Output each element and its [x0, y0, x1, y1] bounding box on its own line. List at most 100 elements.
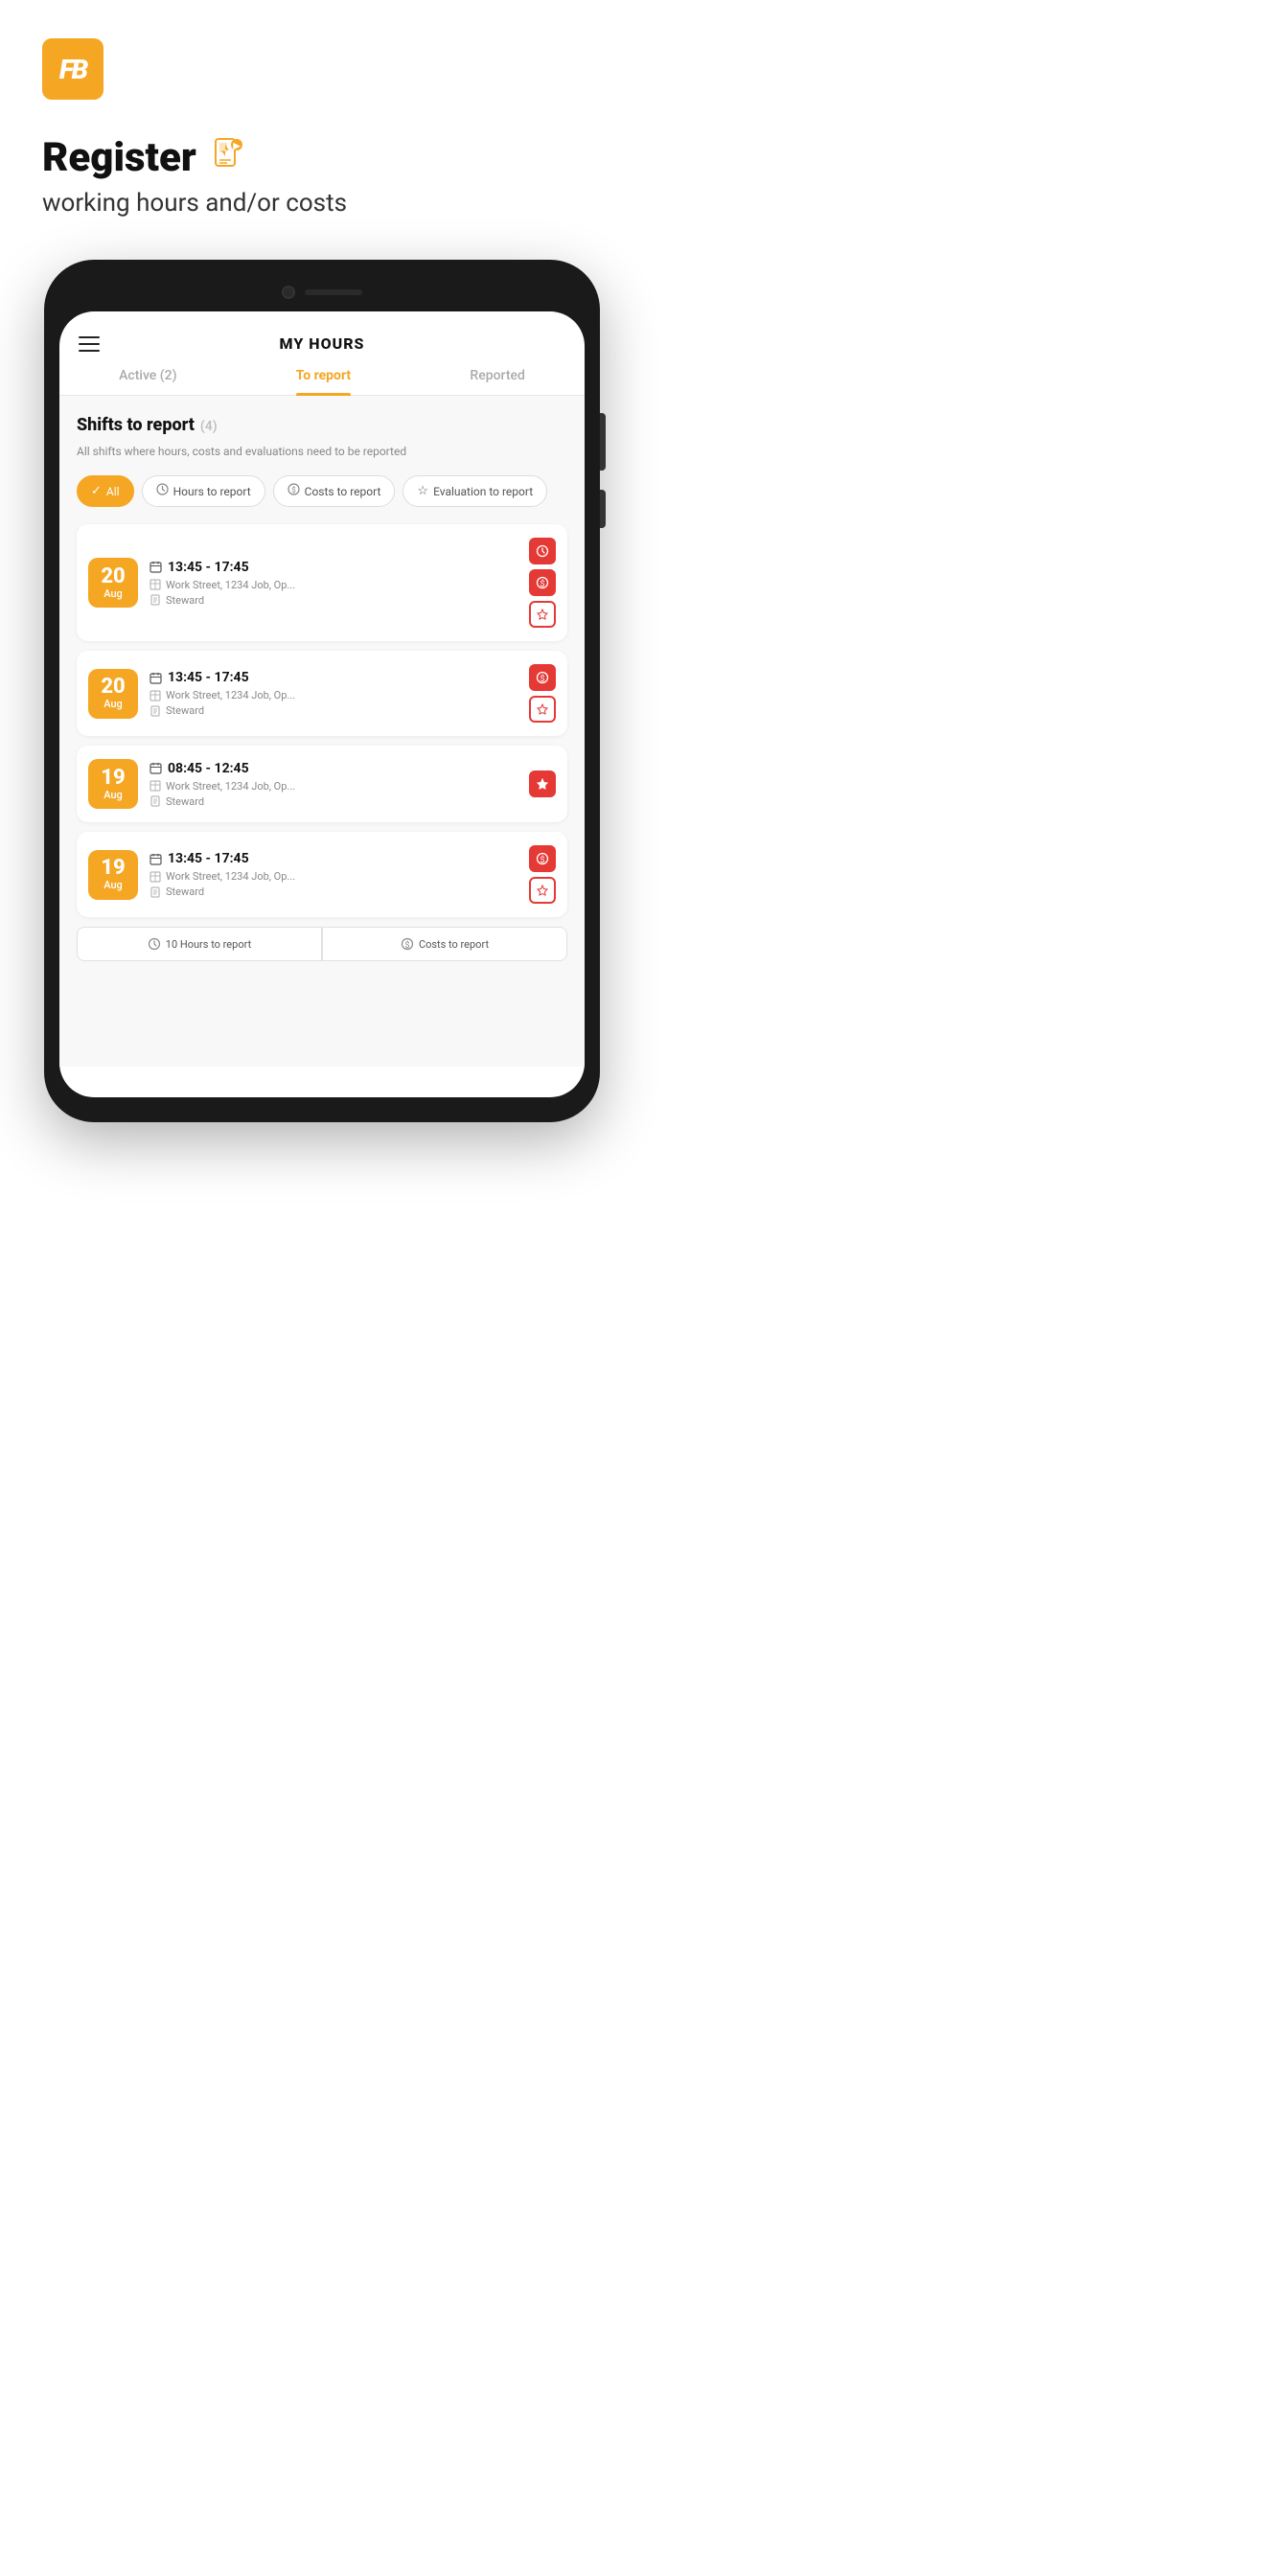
map-icon-1 [150, 579, 161, 590]
shift-day-1: 20 [101, 566, 125, 587]
hamburger-menu[interactable] [79, 336, 100, 352]
hamburger-line-3 [79, 350, 100, 352]
filter-evaluation[interactable]: ☆ Evaluation to report [402, 475, 547, 507]
shift-info-3: 08:45 - 12:45 Work Street, 1234 Job, Op.… [150, 761, 518, 808]
shift-day-2: 20 [101, 677, 125, 698]
shift-actions-1: $ [529, 538, 556, 628]
phone-mockup: MY HOURS Active (2) To report Reported [44, 260, 600, 1122]
calendar-icon-4 [150, 853, 162, 865]
shift-role-3: Steward [150, 795, 518, 808]
phone-notch [59, 277, 585, 308]
shift-role-1: Steward [150, 594, 518, 607]
phone-side-button2 [600, 490, 606, 528]
role-icon-2 [150, 705, 161, 717]
svg-text:$: $ [540, 579, 544, 589]
clock-action-1[interactable] [529, 538, 556, 564]
tab-active[interactable]: Active (2) [119, 368, 176, 395]
page-title: Register [42, 134, 196, 181]
shift-location-1: Work Street, 1234 Job, Op... [150, 579, 518, 591]
phone-side-button [600, 413, 606, 471]
filter-costs[interactable]: $ Costs to report [273, 475, 396, 507]
shift-time-1: 13:45 - 17:45 [150, 560, 518, 575]
hours-summary-label: 10 Hours to report [166, 938, 251, 951]
shift-info-4: 13:45 - 17:45 Work Street, 1234 Job, Op.… [150, 851, 518, 898]
shift-location-2: Work Street, 1234 Job, Op... [150, 689, 518, 702]
cost-action-4[interactable]: $ [529, 845, 556, 872]
cost-action-1[interactable]: $ [529, 569, 556, 596]
shift-date-box-4: 19 Aug [88, 850, 138, 900]
map-icon-3 [150, 780, 161, 792]
tab-reported[interactable]: Reported [470, 368, 524, 395]
svg-text:$: $ [540, 674, 544, 684]
shift-card-4[interactable]: 19 Aug 13:45 - 17:45 Work Street, 1234 J… [77, 832, 567, 917]
shift-date-box-3: 19 Aug [88, 759, 138, 809]
star-action-1[interactable] [529, 601, 556, 628]
role-icon-4 [150, 886, 161, 898]
role-icon-3 [150, 795, 161, 807]
all-check-icon: ✓ [91, 484, 102, 498]
shift-role-4: Steward [150, 886, 518, 898]
page-wrapper: FB Register ▶ working hours and/or costs [0, 0, 644, 1180]
shift-day-3: 19 [101, 768, 125, 789]
svg-text:$: $ [540, 855, 544, 865]
map-icon-4 [150, 871, 161, 883]
shift-month-2: Aug [104, 698, 123, 710]
cost-filter-icon: $ [288, 483, 300, 499]
shift-card-2[interactable]: 20 Aug 13:45 - 17:45 Work Street, 1234 J… [77, 651, 567, 736]
shift-month-1: Aug [104, 587, 123, 600]
hours-summary-icon [148, 937, 161, 951]
logo-text: FB [59, 54, 86, 85]
calendar-icon-2 [150, 672, 162, 684]
tab-to-report[interactable]: To report [296, 368, 351, 395]
shift-location-3: Work Street, 1234 Job, Op... [150, 780, 518, 793]
svg-text:$: $ [404, 940, 409, 951]
star-action-3[interactable] [529, 770, 556, 797]
star-action-2[interactable] [529, 696, 556, 723]
shift-card-1[interactable]: 20 Aug 13:45 - 17:45 Work Street, 1234 J… [77, 524, 567, 641]
app-screen-title: MY HOURS [280, 334, 365, 353]
costs-summary: $ Costs to report [322, 927, 567, 961]
register-icon: ▶ [208, 137, 242, 179]
main-content: Shifts to report (4) All shifts where ho… [59, 396, 585, 1067]
shift-location-4: Work Street, 1234 Job, Op... [150, 870, 518, 883]
phone-screen: MY HOURS Active (2) To report Reported [59, 311, 585, 1097]
shift-time-3: 08:45 - 12:45 [150, 761, 518, 776]
phone-speaker [305, 289, 362, 295]
shift-info-1: 13:45 - 17:45 Work Street, 1234 Job, Op.… [150, 560, 518, 607]
shift-role-2: Steward [150, 704, 518, 717]
section-description: All shifts where hours, costs and evalua… [77, 443, 567, 460]
star-action-4[interactable] [529, 877, 556, 904]
tabs-container: Active (2) To report Reported [59, 353, 585, 396]
shift-month-4: Aug [104, 879, 123, 891]
map-icon-2 [150, 690, 161, 702]
app-header: MY HOURS [59, 311, 585, 353]
page-subtitle: working hours and/or costs [42, 189, 602, 218]
shift-actions-4: $ [529, 845, 556, 904]
shift-time-4: 13:45 - 17:45 [150, 851, 518, 866]
costs-summary-label: Costs to report [419, 938, 489, 951]
shift-card-3[interactable]: 19 Aug 08:45 - 12:45 Work Street, 1234 J… [77, 746, 567, 822]
calendar-icon-3 [150, 762, 162, 774]
svg-text:▶: ▶ [232, 142, 241, 151]
section-count: (4) [200, 419, 218, 434]
section-header: Shifts to report (4) All shifts where ho… [77, 415, 567, 460]
cost-action-2[interactable]: $ [529, 664, 556, 691]
filter-all[interactable]: ✓ All [77, 475, 134, 507]
clock-filter-icon [156, 483, 169, 499]
calendar-icon-1 [150, 561, 162, 573]
shift-actions-2: $ [529, 664, 556, 723]
star-filter-icon: ☆ [417, 484, 428, 498]
hours-summary: 10 Hours to report [77, 927, 322, 961]
summary-row: 10 Hours to report $ Costs to report [77, 927, 567, 961]
role-icon-1 [150, 594, 161, 606]
shift-date-box-2: 20 Aug [88, 669, 138, 719]
title-row: Register ▶ [42, 134, 602, 181]
phone-camera [282, 286, 295, 299]
filter-hours[interactable]: Hours to report [142, 475, 265, 507]
shift-info-2: 13:45 - 17:45 Work Street, 1234 Job, Op.… [150, 670, 518, 717]
section-title: Shifts to report [77, 415, 195, 435]
logo: FB [42, 38, 104, 100]
svg-text:$: $ [291, 486, 296, 494]
shift-date-box-1: 20 Aug [88, 558, 138, 608]
filter-chips: ✓ All Hours to report $ [77, 475, 567, 507]
